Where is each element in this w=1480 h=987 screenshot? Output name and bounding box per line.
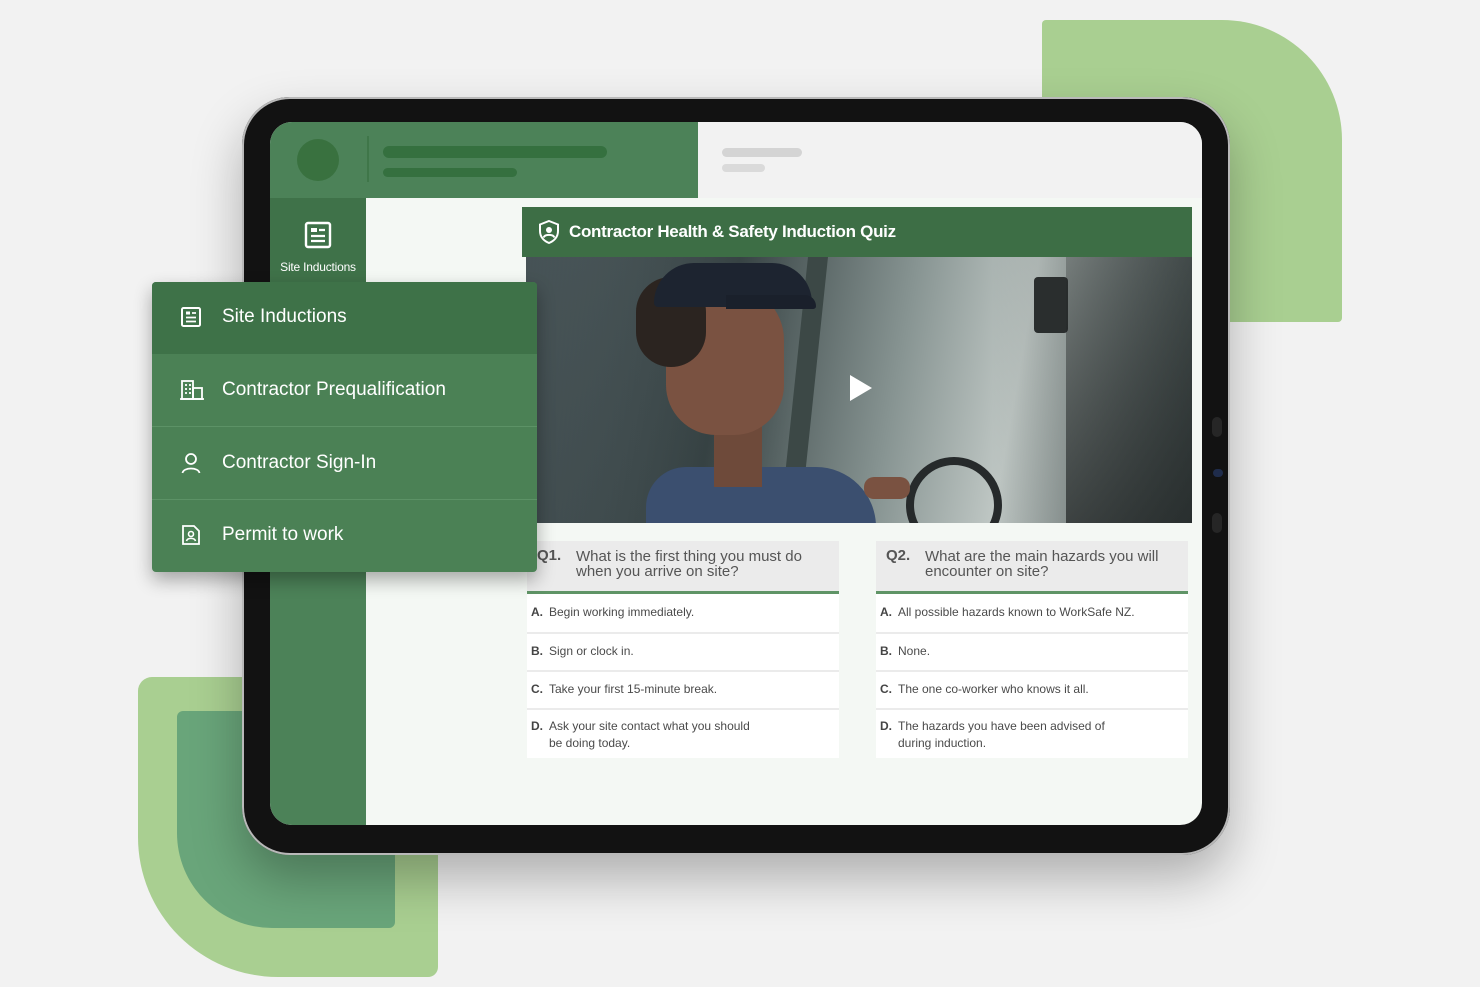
app-header-right xyxy=(698,122,1202,198)
video-person-hand xyxy=(864,477,910,499)
option-text: Ask your site contact what you should be… xyxy=(549,719,750,750)
menu-item-label: Contractor Sign-In xyxy=(222,452,377,473)
app-header xyxy=(270,122,698,198)
option-letter: C. xyxy=(880,682,892,696)
sidebar-item-site-inductions[interactable]: Site Inductions xyxy=(270,198,366,282)
header-title-placeholder xyxy=(383,146,607,158)
answer-option-c[interactable]: C. Take your first 15-minute break. xyxy=(527,672,839,710)
question-text: What is the first thing you must do when… xyxy=(576,548,802,580)
menu-item-site-inductions[interactable]: Site Inductions xyxy=(152,282,537,354)
sidebar-item-label: Site Inductions xyxy=(280,260,356,274)
option-text: The hazards you have been advised of dur… xyxy=(898,719,1105,750)
document-list-icon xyxy=(180,306,202,334)
option-text: All possible hazards known to WorkSafe N… xyxy=(898,605,1135,619)
header-right-placeholder-short xyxy=(722,164,765,172)
video-rear-mirror xyxy=(1034,277,1068,333)
header-divider xyxy=(367,136,369,182)
menu-item-label: Contractor Prequalification xyxy=(222,379,446,400)
menu-item-contractor-sign-in[interactable]: Contractor Sign-In xyxy=(152,428,537,500)
menu-item-label: Permit to work xyxy=(222,524,344,545)
option-text: Sign or clock in. xyxy=(549,644,634,658)
building-icon xyxy=(180,379,204,407)
option-text: Begin working immediately. xyxy=(549,605,695,619)
navigation-menu: Site Inductions Contractor Prequalificat… xyxy=(152,282,537,572)
menu-item-contractor-prequalification[interactable]: Contractor Prequalification xyxy=(152,355,537,427)
option-letter: A. xyxy=(531,605,543,619)
answer-option-d[interactable]: D. Ask your site contact what you should… xyxy=(527,710,839,758)
header-subtitle-placeholder xyxy=(383,168,517,177)
option-letter: D. xyxy=(531,719,543,733)
option-text: None. xyxy=(898,644,931,658)
menu-item-label: Site Inductions xyxy=(222,306,347,327)
answer-option-c[interactable]: C. The one co-worker who knows it all. xyxy=(876,672,1188,710)
option-letter: C. xyxy=(531,682,543,696)
answer-option-d[interactable]: D. The hazards you have been advised of … xyxy=(876,710,1188,758)
video-person-cap-brim xyxy=(726,295,816,309)
video-player[interactable] xyxy=(526,257,1192,523)
answer-option-a[interactable]: A. Begin working immediately. xyxy=(527,594,839,634)
question-text: What are the main hazards you will encou… xyxy=(925,548,1159,580)
quiz-title: Contractor Health & Safety Induction Qui… xyxy=(569,222,896,241)
avatar[interactable] xyxy=(297,139,339,181)
option-text: Take your first 15-minute break. xyxy=(549,682,718,696)
header-right-placeholder xyxy=(722,148,802,157)
question-header: Q2. What are the main hazards you will e… xyxy=(876,541,1188,594)
tablet-camera xyxy=(1212,417,1222,437)
document-list-icon xyxy=(304,221,332,254)
question-header: Q1. What is the first thing you must do … xyxy=(527,541,839,594)
tablet-sensor xyxy=(1213,469,1223,477)
option-letter: B. xyxy=(880,644,892,658)
answer-option-b[interactable]: B. Sign or clock in. xyxy=(527,634,839,672)
question-number: Q1. xyxy=(537,547,562,564)
shield-user-icon xyxy=(538,219,560,249)
permit-icon xyxy=(180,524,202,552)
menu-item-permit-to-work[interactable]: Permit to work xyxy=(152,500,537,572)
option-letter: D. xyxy=(880,719,892,733)
question-card-q2: Q2. What are the main hazards you will e… xyxy=(876,541,1188,758)
play-icon[interactable] xyxy=(848,373,874,408)
answer-option-b[interactable]: B. None. xyxy=(876,634,1188,672)
question-number: Q2. xyxy=(886,547,911,564)
answer-option-a[interactable]: A. All possible hazards known to WorkSaf… xyxy=(876,594,1188,634)
tablet-camera xyxy=(1212,513,1222,533)
video-door-frame xyxy=(1066,257,1192,523)
option-letter: B. xyxy=(531,644,543,658)
quiz-header: Contractor Health & Safety Induction Qui… xyxy=(522,207,1192,257)
question-card-q1: Q1. What is the first thing you must do … xyxy=(527,541,839,758)
option-text: The one co-worker who knows it all. xyxy=(898,682,1089,696)
user-icon xyxy=(180,452,202,480)
option-letter: A. xyxy=(880,605,892,619)
